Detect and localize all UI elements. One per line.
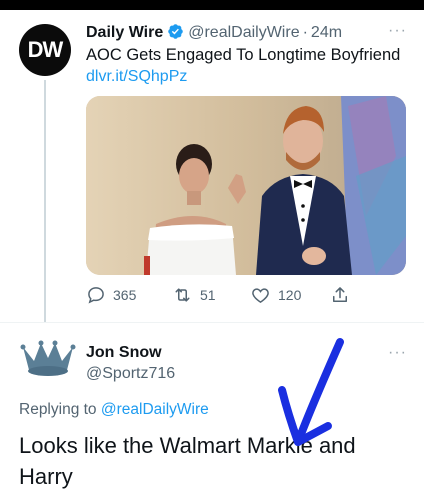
share-icon: [330, 285, 350, 305]
tweet-actions: 365 51 120: [86, 285, 406, 307]
tweet-divider: [0, 322, 424, 323]
daily-wire-avatar[interactable]: DW: [19, 24, 71, 76]
reply-more-icon[interactable]: ···: [388, 344, 407, 362]
tweet-header: Daily Wire @realDailyWire · 24m: [86, 22, 416, 44]
blue-check-annotation: [278, 338, 344, 446]
tweet-photo[interactable]: [86, 96, 406, 275]
author-name[interactable]: Daily Wire: [86, 24, 163, 41]
thread-connector-line: [44, 80, 46, 322]
reply-author-handle[interactable]: @Sportz716: [86, 364, 175, 384]
replying-mention[interactable]: @realDailyWire: [101, 401, 209, 418]
replying-to-line: Replying to @realDailyWire: [19, 400, 209, 420]
share-action[interactable]: [330, 285, 350, 305]
crown-avatar-icon[interactable]: [20, 336, 76, 380]
reply-icon: [86, 285, 106, 305]
avatar-logo-text: DW: [27, 37, 64, 62]
like-count: 120: [278, 287, 302, 303]
tweet-text: AOC Gets Engaged To Longtime Boyfriend: [86, 46, 401, 64]
photo-illustration: [86, 96, 406, 275]
like-icon: [250, 285, 271, 305]
tweet-link[interactable]: dlvr.it/SQhpPz: [86, 66, 187, 88]
separator-dot: ·: [302, 24, 308, 41]
reply-action[interactable]: 365: [86, 285, 136, 305]
retweet-action[interactable]: 51: [172, 285, 216, 305]
tweet-timestamp[interactable]: 24m: [311, 24, 342, 41]
retweet-icon: [172, 285, 193, 305]
like-action[interactable]: 120: [250, 285, 301, 305]
replying-prefix: Replying to: [19, 401, 97, 418]
retweet-count: 51: [200, 287, 216, 303]
more-icon[interactable]: ···: [388, 22, 407, 40]
author-handle[interactable]: @realDailyWire: [188, 24, 299, 41]
top-status-bar: [0, 0, 424, 10]
reply-count: 365: [113, 287, 137, 303]
reply-text: Looks like the Walmart Markle and Harry: [19, 433, 356, 489]
reply-author-name[interactable]: Jon Snow: [86, 343, 162, 363]
